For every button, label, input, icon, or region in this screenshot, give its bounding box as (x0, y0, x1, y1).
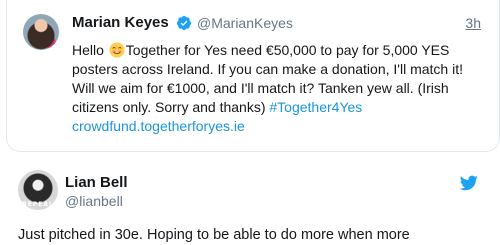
tweet-author-name[interactable]: Lian Bell (65, 174, 128, 191)
marian-keyes-avatar[interactable] (23, 14, 59, 50)
quoted-text-part2: Together for Yes need €50,000 to pay for… (72, 42, 463, 115)
tweet-text: Just pitched in 30e. Hoping to be able t… (18, 227, 410, 243)
quoted-tweet-card[interactable]: Marian Keyes @MarianKeyes 3h Hello Toget… (6, 0, 500, 152)
avatar-repeal-text: REPEAL (22, 201, 54, 208)
tweet-author-handle[interactable]: @lianbell (65, 193, 123, 209)
hashtag-link[interactable]: #Together4Yes (269, 99, 362, 115)
smiling-face-icon (109, 42, 125, 58)
quoted-text-part1: Hello (72, 42, 108, 58)
quoted-author-name[interactable]: Marian Keyes (72, 14, 169, 31)
crowdfund-link[interactable]: crowdfund.togetherforyes.ie (72, 118, 245, 134)
quoted-timestamp[interactable]: 3h (465, 15, 481, 31)
quoted-author-handle[interactable]: @MarianKeyes (197, 15, 293, 31)
lian-bell-avatar[interactable]: REPEAL (18, 170, 58, 210)
twitter-bird-icon[interactable] (460, 175, 478, 191)
quoted-tweet-text: Hello Together for Yes need €50,000 to p… (72, 41, 487, 136)
verified-badge-icon (176, 16, 191, 30)
